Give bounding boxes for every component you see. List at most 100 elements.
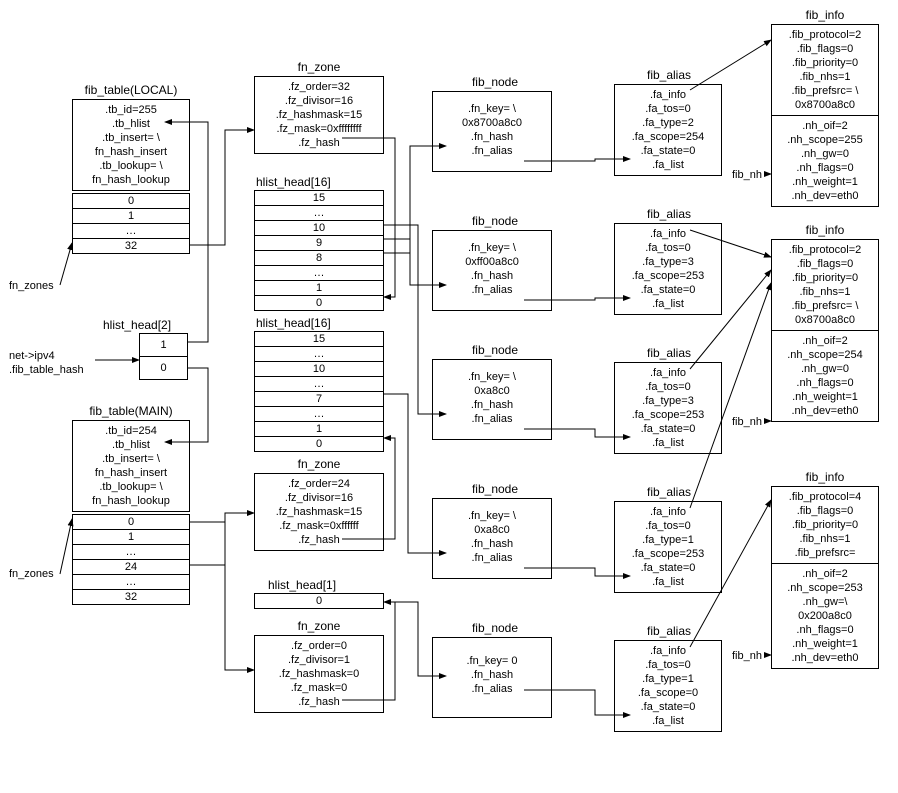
fzm-5: 32 xyxy=(73,590,189,604)
fib-info3-title: fib_info xyxy=(771,470,879,484)
fi2nh-3: .nh_flags=0 xyxy=(775,376,875,390)
h16a-10: 10 xyxy=(255,221,383,236)
fi1nh-3: .nh_flags=0 xyxy=(775,161,875,175)
fib-alias1-box: .fa_info .fa_tos=0 .fa_type=2 .fa_scope=… xyxy=(614,84,722,176)
fa2-5: .fa_list xyxy=(620,297,716,311)
fib-alias5-box: .fa_info .fa_tos=0 .fa_type=1 .fa_scope=… xyxy=(614,640,722,732)
h16a-1: 1 xyxy=(255,281,383,296)
fz2-2: .fz_hashmask=15 xyxy=(260,505,378,519)
fib-info2-title: fib_info xyxy=(771,223,879,237)
fib-node3-box: .fn_key= \ 0xa8c0 .fn_hash .fn_alias xyxy=(432,359,552,440)
fa2-1: .fa_tos=0 xyxy=(620,241,716,255)
fi1-2: .fib_priority=0 xyxy=(775,56,875,70)
fi2nh-4: .nh_weight=1 xyxy=(775,390,875,404)
h16a-d1: … xyxy=(255,206,383,221)
fa5-1: .fa_tos=0 xyxy=(620,658,716,672)
fa3-3: .fa_scope=253 xyxy=(620,408,716,422)
fa1-1: .fa_tos=0 xyxy=(620,102,716,116)
ftl-tblookup2: fn_hash_lookup xyxy=(78,173,184,187)
fa4-2: .fa_type=1 xyxy=(620,533,716,547)
hlist-head16b-title: hlist_head[16] xyxy=(256,316,331,330)
hlist-head16a-table: 15 … 10 9 8 … 1 0 xyxy=(254,190,384,311)
hlist-head16b-table: 15 … 10 … 7 … 1 0 xyxy=(254,331,384,452)
h16b-7: 7 xyxy=(255,392,383,407)
fzl-3: 32 xyxy=(73,239,189,253)
ftm-tblookup1: .tb_lookup= \ xyxy=(78,480,184,494)
fa3-0: .fa_info xyxy=(620,366,716,380)
hlist-head1-title: hlist_head[1] xyxy=(268,578,336,592)
ftl-tbhlist: .tb_hlist xyxy=(78,117,184,131)
fi3nh-1: .nh_scope=253 xyxy=(775,581,875,595)
fn-zone3-box: .fz_order=0 .fz_divisor=1 .fz_hashmask=0… xyxy=(254,635,384,713)
fib-info1-box: .fib_protocol=2 .fib_flags=0 .fib_priori… xyxy=(771,24,879,207)
fa3-5: .fa_list xyxy=(620,436,716,450)
fa2-0: .fa_info xyxy=(620,227,716,241)
fi2nh-2: .nh_gw=0 xyxy=(775,362,875,376)
fz1-1: .fz_divisor=16 xyxy=(260,94,378,108)
fi3-3: .fib_nhs=1 xyxy=(775,532,875,546)
fib-alias3-title: fib_alias xyxy=(615,346,723,360)
fi1nh-4: .nh_weight=1 xyxy=(775,175,875,189)
fn3-0: .fn_key= \ xyxy=(438,370,546,384)
h16a-d2: … xyxy=(255,266,383,281)
fa4-1: .fa_tos=0 xyxy=(620,519,716,533)
fi3-2: .fib_priority=0 xyxy=(775,518,875,532)
fib-alias2-title: fib_alias xyxy=(615,207,723,221)
fn1-0: .fn_key= \ xyxy=(438,102,546,116)
fzl-2: … xyxy=(73,224,189,239)
fa4-5: .fa_list xyxy=(620,575,716,589)
fi1-1: .fib_flags=0 xyxy=(775,42,875,56)
fi1nh-5: .nh_dev=eth0 xyxy=(775,189,875,203)
fi2nh-1: .nh_scope=254 xyxy=(775,348,875,362)
h16b-d2: … xyxy=(255,377,383,392)
hlist-head1-table: 0 xyxy=(254,593,384,609)
fib-node5-title: fib_node xyxy=(441,621,549,635)
fn1-3: .fn_alias xyxy=(438,144,546,158)
fib-node1-title: fib_node xyxy=(441,75,549,89)
fib-alias4-title: fib_alias xyxy=(615,485,723,499)
h16a-0: 0 xyxy=(255,296,383,310)
fzl-0: 0 xyxy=(73,194,189,209)
fi3nh-4: .nh_flags=0 xyxy=(775,623,875,637)
fa5-5: .fa_list xyxy=(620,714,716,728)
fa4-4: .fa_state=0 xyxy=(620,561,716,575)
net-ipv4-label1: net->ipv4 xyxy=(9,350,55,362)
fzm-4: … xyxy=(73,575,189,590)
h16a-8: 8 xyxy=(255,251,383,266)
ftm-tbhlist: .tb_hlist xyxy=(78,438,184,452)
fa1-4: .fa_state=0 xyxy=(620,144,716,158)
fib-node2-box: .fn_key= \ 0xff00a8c0 .fn_hash .fn_alias xyxy=(432,230,552,311)
fib-node5-box: .fn_key= 0 .fn_hash .fn_alias xyxy=(432,637,552,718)
h16b-15: 15 xyxy=(255,332,383,347)
fi2-0: .fib_protocol=2 xyxy=(775,243,875,257)
fn-zone2-title: fn_zone xyxy=(254,457,384,471)
fn2-2: .fn_hash xyxy=(438,269,546,283)
fib-info2-box: .fib_protocol=2 .fib_flags=0 .fib_priori… xyxy=(771,239,879,422)
fz1-2: .fz_hashmask=15 xyxy=(260,108,378,122)
fi3-0: .fib_protocol=4 xyxy=(775,490,875,504)
hlist-head2-table: 1 0 xyxy=(139,333,188,380)
hlist-head2-title: hlist_head[2] xyxy=(103,318,171,332)
fz3-4: .fz_hash xyxy=(260,695,378,709)
fi2-4: .fib_prefsrc= \ xyxy=(775,299,875,313)
fi3nh-0: .nh_oif=2 xyxy=(775,567,875,581)
hh1-0: 0 xyxy=(255,594,383,608)
fn-zone1-box: .fz_order=32 .fz_divisor=16 .fz_hashmask… xyxy=(254,76,384,154)
fn4-1: 0xa8c0 xyxy=(438,523,546,537)
fz3-3: .fz_mask=0 xyxy=(260,681,378,695)
fib-alias3-box: .fa_info .fa_tos=0 .fa_type=3 .fa_scope=… xyxy=(614,362,722,454)
fi2-2: .fib_priority=0 xyxy=(775,271,875,285)
fz3-2: .fz_hashmask=0 xyxy=(260,667,378,681)
fi3nh-3: 0x200a8c0 xyxy=(775,609,875,623)
fib-table-main-box: .tb_id=254 .tb_hlist .tb_insert= \ fn_ha… xyxy=(72,420,190,512)
fz2-0: .fz_order=24 xyxy=(260,477,378,491)
fib-alias4-box: .fa_info .fa_tos=0 .fa_type=1 .fa_scope=… xyxy=(614,501,722,593)
fn2-1: 0xff00a8c0 xyxy=(438,255,546,269)
fa1-3: .fa_scope=254 xyxy=(620,130,716,144)
fn3-1: 0xa8c0 xyxy=(438,384,546,398)
fz3-0: .fz_order=0 xyxy=(260,639,378,653)
fib-nh2-label: fib_nh xyxy=(732,416,762,428)
fn-zone3-title: fn_zone xyxy=(254,619,384,633)
fi2-1: .fib_flags=0 xyxy=(775,257,875,271)
fn3-2: .fn_hash xyxy=(438,398,546,412)
